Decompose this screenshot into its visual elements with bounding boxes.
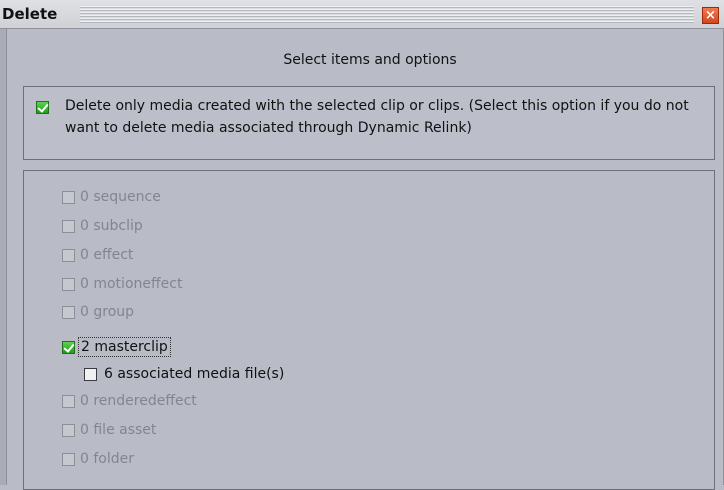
dialog-title: Delete bbox=[2, 5, 58, 23]
window-left-edge bbox=[0, 29, 7, 485]
item-checkbox-folder[interactable] bbox=[62, 453, 75, 466]
delete-option-panel: Delete only media created with the selec… bbox=[23, 86, 715, 160]
item-checkbox-file-asset[interactable] bbox=[62, 424, 75, 437]
item-label-effect: 0 effect bbox=[80, 247, 134, 263]
item-label-motioneffect: 0 motioneffect bbox=[80, 276, 183, 292]
item-label-file-asset: 0 file asset bbox=[80, 422, 157, 438]
item-label-masterclip[interactable]: 2 masterclip bbox=[78, 337, 171, 357]
item-label-group: 0 group bbox=[80, 304, 135, 320]
delete-only-created-media-label[interactable]: Delete only media created with the selec… bbox=[65, 95, 705, 139]
item-checkbox-associated-media[interactable] bbox=[84, 368, 97, 381]
item-checkbox-renderedeffect[interactable] bbox=[62, 395, 75, 408]
delete-dialog: Delete × Select items and options Delete… bbox=[0, 0, 724, 490]
delete-only-created-media-checkbox[interactable] bbox=[36, 101, 49, 114]
title-bar-grip bbox=[80, 6, 694, 23]
item-label-associated-media[interactable]: 6 associated media file(s) bbox=[104, 365, 284, 383]
item-label-subclip: 0 subclip bbox=[80, 218, 143, 234]
item-checkbox-motioneffect[interactable] bbox=[62, 278, 75, 291]
item-checkbox-sequence[interactable] bbox=[62, 191, 75, 204]
dialog-heading: Select items and options bbox=[283, 52, 457, 68]
item-checkbox-group[interactable] bbox=[62, 306, 75, 319]
item-checkbox-effect[interactable] bbox=[62, 249, 75, 262]
items-panel: 0 sequence 0 subclip 0 effect 0 motionef… bbox=[23, 170, 715, 490]
title-bar[interactable]: Delete × bbox=[0, 0, 724, 29]
item-checkbox-subclip[interactable] bbox=[62, 220, 75, 233]
close-button[interactable]: × bbox=[702, 7, 719, 24]
item-checkbox-masterclip[interactable] bbox=[62, 341, 75, 354]
item-label-folder: 0 folder bbox=[80, 451, 134, 467]
item-label-renderedeffect: 0 renderedeffect bbox=[80, 393, 197, 409]
item-label-sequence: 0 sequence bbox=[80, 189, 161, 205]
